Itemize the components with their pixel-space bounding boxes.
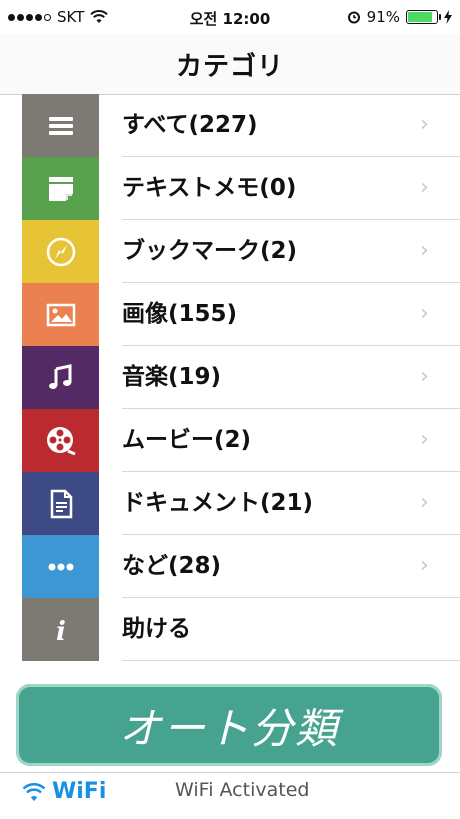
chevron-right-icon: › [420,490,429,515]
more-icon [48,563,73,570]
category-tile [22,409,99,472]
bottom-bar: WiFi WiFi Activated [0,772,460,819]
category-tile: i [22,598,99,661]
category-label: テキストメモ(0) [122,175,297,201]
category-row-all[interactable]: すべて(227) › [0,94,460,157]
category-row-movie[interactable]: ムービー(2) › [0,409,460,472]
category-tile [22,157,99,220]
category-label: ドキュメント(21) [122,490,314,516]
category-label: など(28) [122,553,222,579]
category-row-music[interactable]: 音楽(19) › [0,346,460,409]
list-icon [48,116,73,135]
wifi-status-text: WiFi Activated [175,779,310,801]
info-icon: i [56,617,66,647]
category-label: すべて(227) [122,112,258,138]
document-icon [50,489,72,518]
category-label: ムービー(2) [122,427,252,453]
chevron-right-icon: › [420,175,429,200]
category-row-image[interactable]: 画像(155) › [0,283,460,346]
category-label: 助ける [122,616,191,642]
image-icon [46,303,75,326]
category-tile [22,346,99,409]
compass-icon [46,237,75,266]
battery-percent: 91% [366,8,400,26]
chevron-right-icon: › [420,301,429,326]
category-tile [22,94,99,157]
chevron-right-icon: › [420,427,429,452]
auto-classify-button[interactable]: オート分類 [16,684,442,766]
status-bar: SKT 오전 12:00 91% [0,0,460,34]
category-label: ブックマーク(2) [122,238,298,264]
category-row-text-memo[interactable]: テキストメモ(0) › [0,157,460,220]
status-right: 91% [347,8,452,26]
chevron-right-icon: › [420,364,429,389]
chevron-right-icon: › [420,553,429,578]
category-tile [22,535,99,598]
category-label: 音楽(19) [122,364,222,390]
svg-text:i: i [56,617,66,647]
category-row-etc[interactable]: など(28) › [0,535,460,598]
category-tile [22,220,99,283]
category-tile [22,283,99,346]
page-title: カテゴリ [175,51,284,82]
navigation-bar: カテゴリ [0,34,460,95]
category-row-help[interactable]: i 助ける [0,598,460,661]
film-reel-icon [46,426,76,455]
chevron-right-icon: › [420,112,429,137]
battery-icon [406,10,441,24]
category-list: すべて(227) › テキストメモ(0) › ブックマーク(2) › 画像(15… [0,94,460,661]
category-tile [22,472,99,535]
wifi-toggle[interactable]: WiFi [22,779,106,804]
category-row-bookmark[interactable]: ブックマーク(2) › [0,220,460,283]
music-icon [48,363,71,389]
category-label: 画像(155) [122,301,238,327]
alarm-icon [347,11,360,24]
wifi-label: WiFi [52,779,107,804]
charging-bolt-icon [444,10,452,24]
row-divider [122,660,460,661]
category-row-document[interactable]: ドキュメント(21) › [0,472,460,535]
wifi-icon [22,782,46,801]
chevron-right-icon: › [420,238,429,263]
note-icon [48,176,73,201]
